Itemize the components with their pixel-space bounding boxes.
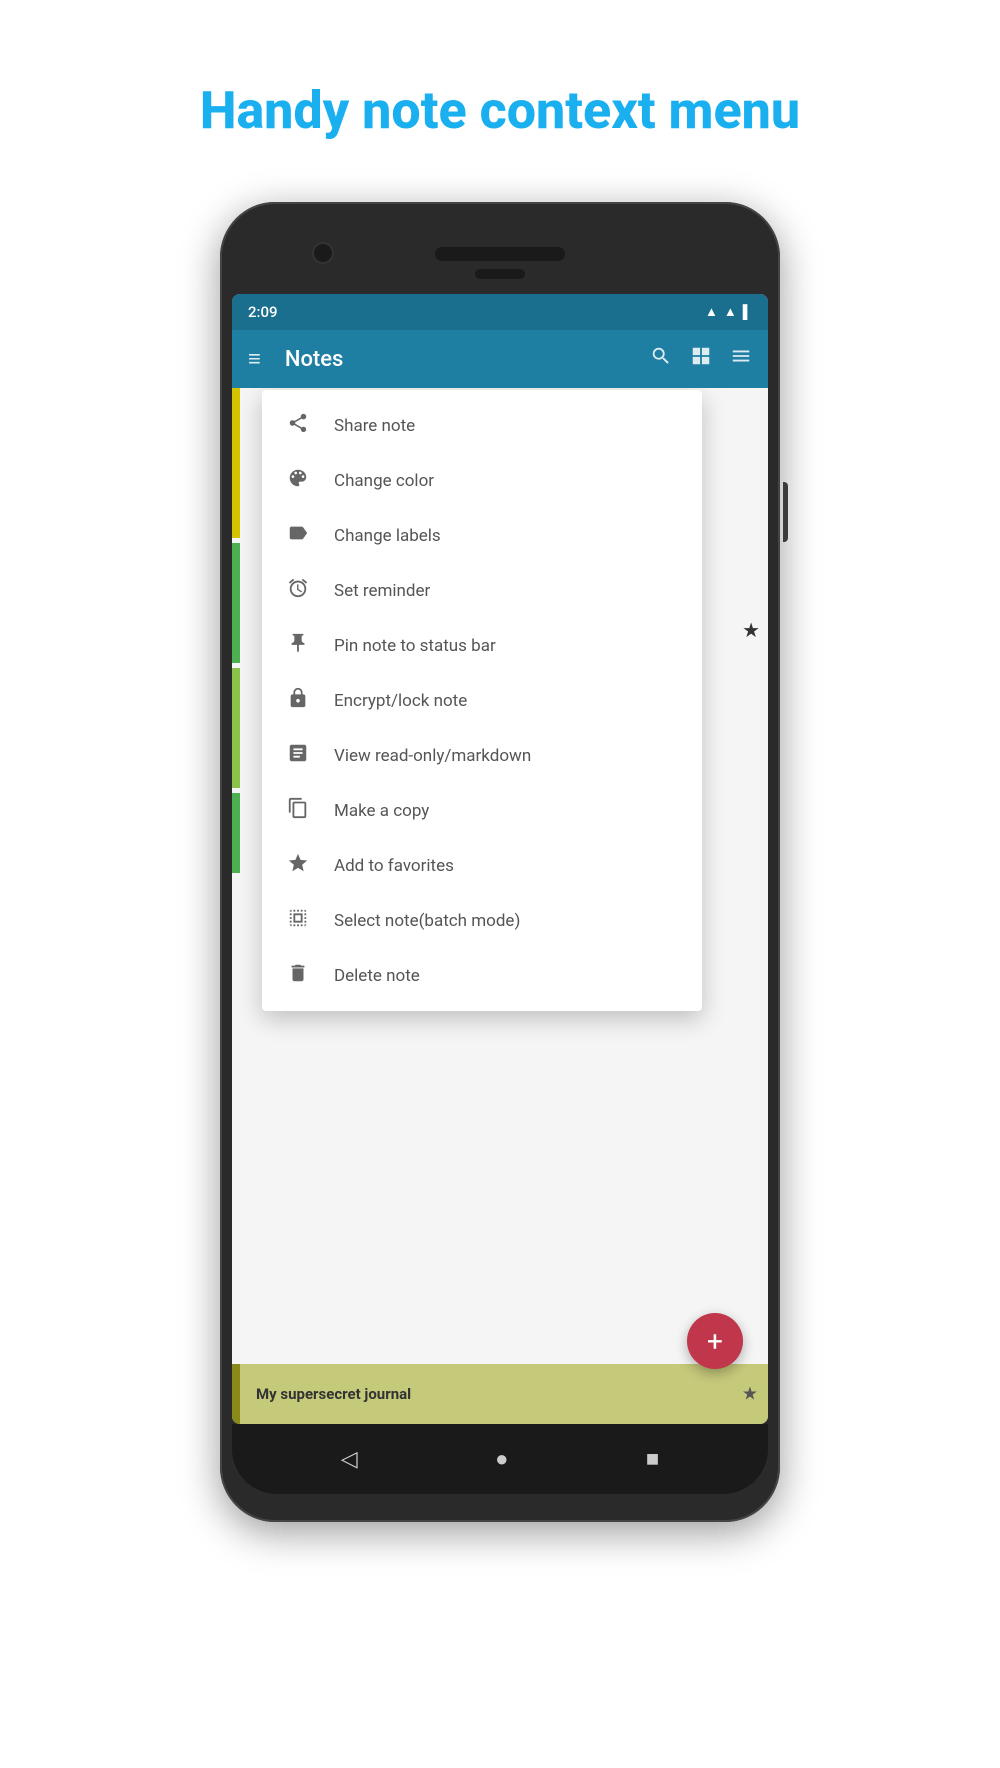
menu-item-make-copy[interactable]: Make a copy <box>262 783 702 838</box>
article-icon <box>286 742 310 769</box>
app-bar: ≡ Notes <box>232 330 768 388</box>
lock-icon <box>286 687 310 714</box>
star-icon <box>286 852 310 879</box>
phone-frame: 2:09 ▲ ▲ ▌ ≡ Notes <box>220 202 780 1522</box>
menu-item-pin-note[interactable]: Pin note to status bar <box>262 618 702 673</box>
label-icon <box>286 522 310 549</box>
menu-item-add-favorites[interactable]: Add to favorites <box>262 838 702 893</box>
phone-screen: 2:09 ▲ ▲ ▌ ≡ Notes <box>232 294 768 1424</box>
app-title: Notes <box>285 347 634 372</box>
wifi-icon: ▲ <box>705 304 718 320</box>
select-batch-label: Select note(batch mode) <box>334 911 520 931</box>
front-camera <box>312 242 334 264</box>
phone-sensor <box>475 269 525 279</box>
menu-item-delete-note[interactable]: Delete note <box>262 948 702 1003</box>
phone-speaker <box>435 247 565 261</box>
notes-background: ★ Share note Change color <box>232 388 768 1424</box>
pin-note-label: Pin note to status bar <box>334 636 496 656</box>
yellow-strip <box>232 388 240 538</box>
nav-recents-icon[interactable]: ■ <box>646 1446 659 1472</box>
menu-item-share-note[interactable]: Share note <box>262 398 702 453</box>
menu-icon[interactable]: ≡ <box>248 346 261 372</box>
search-icon[interactable] <box>650 345 672 373</box>
status-time: 2:09 <box>248 303 278 321</box>
nav-home-icon[interactable]: ● <box>495 1446 508 1472</box>
status-icons: ▲ ▲ ▌ <box>705 304 752 320</box>
signal-icon: ▲ <box>724 304 737 320</box>
green-strip <box>232 543 240 663</box>
grid-icon[interactable] <box>690 345 712 373</box>
add-favorites-label: Add to favorites <box>334 856 454 876</box>
phone-top-bezel <box>232 214 768 294</box>
pin-icon <box>286 632 310 659</box>
phone-bottom-nav: ◁ ● ■ <box>232 1424 768 1494</box>
app-bar-actions <box>650 345 752 373</box>
bottom-note-star: ★ <box>742 1384 758 1405</box>
fab-add-note[interactable]: + <box>687 1313 743 1369</box>
menu-item-change-color[interactable]: Change color <box>262 453 702 508</box>
copy-icon <box>286 797 310 824</box>
set-reminder-label: Set reminder <box>334 581 430 601</box>
share-icon <box>286 412 310 439</box>
menu-item-select-batch[interactable]: Select note(batch mode) <box>262 893 702 948</box>
menu-item-encrypt-note[interactable]: Encrypt/lock note <box>262 673 702 728</box>
battery-icon: ▌ <box>743 304 752 320</box>
green2-strip <box>232 668 240 788</box>
change-labels-label: Change labels <box>334 526 441 546</box>
page-title: Handy note context menu <box>90 80 910 142</box>
menu-item-set-reminder[interactable]: Set reminder <box>262 563 702 618</box>
palette-icon <box>286 467 310 494</box>
alarm-icon <box>286 577 310 604</box>
select-all-icon <box>286 907 310 934</box>
bottom-note: My supersecret journal ★ <box>232 1364 768 1424</box>
green3-strip <box>232 793 240 873</box>
make-copy-label: Make a copy <box>334 801 429 821</box>
change-color-label: Change color <box>334 471 434 491</box>
encrypt-note-label: Encrypt/lock note <box>334 691 467 711</box>
bottom-note-title: My supersecret journal <box>256 1385 411 1403</box>
view-readonly-label: View read-only/markdown <box>334 746 531 766</box>
menu-item-change-labels[interactable]: Change labels <box>262 508 702 563</box>
context-menu: Share note Change color Change labels <box>262 390 702 1011</box>
delete-icon <box>286 962 310 989</box>
nav-back-icon[interactable]: ◁ <box>341 1447 358 1472</box>
status-bar: 2:09 ▲ ▲ ▌ <box>232 294 768 330</box>
delete-note-label: Delete note <box>334 966 420 986</box>
share-note-label: Share note <box>334 416 415 436</box>
side-star-icon: ★ <box>742 618 760 642</box>
phone-side-button <box>783 482 788 542</box>
list-icon[interactable] <box>730 345 752 373</box>
menu-item-view-readonly[interactable]: View read-only/markdown <box>262 728 702 783</box>
